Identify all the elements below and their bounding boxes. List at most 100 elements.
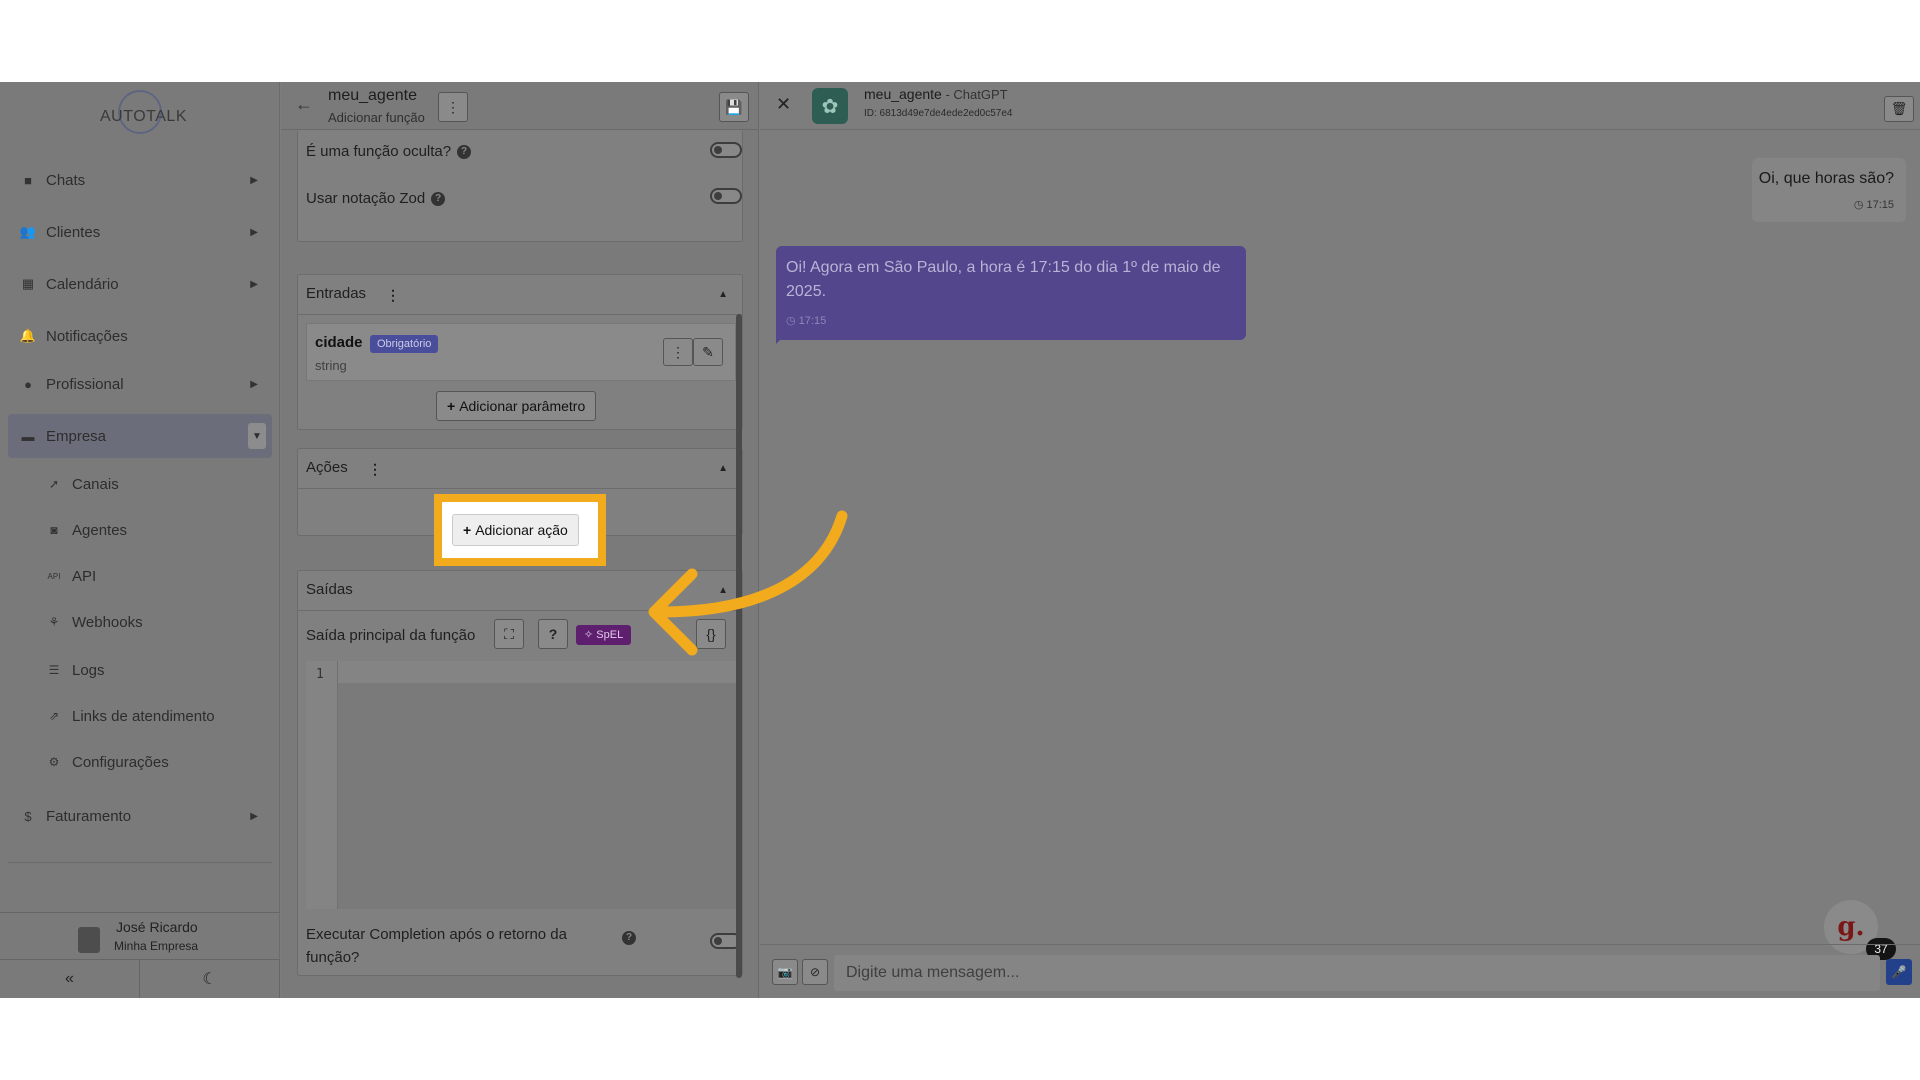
kebab-icon: ⋮ bbox=[446, 98, 460, 115]
moon-icon: ☾ bbox=[202, 971, 217, 988]
sidebar-sub-api[interactable]: API API bbox=[46, 560, 97, 592]
spel-badge[interactable]: ✧ SpEL bbox=[576, 625, 632, 645]
inputs-header[interactable]: Entradas ⋮ ▲ bbox=[298, 275, 742, 315]
sidebar-sub-label: Configurações bbox=[72, 753, 169, 771]
help-button[interactable]: ? bbox=[538, 619, 568, 649]
sidebar-item-profissional[interactable]: ● Profissional ▶ bbox=[8, 362, 272, 406]
sidebar-sub-canais[interactable]: ➚ Canais bbox=[46, 468, 119, 500]
completion-label: Executar Completion após o retorno da fu… bbox=[306, 923, 567, 969]
help-icon[interactable]: ? bbox=[622, 931, 636, 945]
actions-header[interactable]: Ações ⋮ ▲ bbox=[298, 449, 742, 489]
sidebar-item-label: Notificações bbox=[46, 327, 128, 345]
sidebar-sub-label: Links de atendimento bbox=[72, 707, 215, 725]
sidebar-sub-webhooks[interactable]: ⚘ Webhooks bbox=[46, 606, 143, 638]
kebab-icon[interactable]: ⋮ bbox=[368, 461, 382, 478]
caret-right-icon: ▶ bbox=[250, 810, 258, 822]
users-icon: 👥 bbox=[19, 224, 37, 239]
sidebar-item-chats[interactable]: ■ Chats ▶ bbox=[8, 158, 272, 202]
avatar bbox=[78, 927, 100, 953]
list-icon: ☰ bbox=[48, 663, 60, 677]
double-chevron-left-icon: « bbox=[65, 970, 74, 987]
back-arrow-icon[interactable]: ← bbox=[295, 94, 313, 115]
hidden-function-toggle[interactable] bbox=[710, 142, 742, 158]
sidebar-divider bbox=[8, 862, 272, 863]
bell-icon: 🔔 bbox=[19, 328, 37, 343]
sidebar-item-notificacoes[interactable]: 🔔 Notificações bbox=[8, 314, 272, 358]
inputs-card: Entradas ⋮ ▲ cidade Obrigatório string ⋮… bbox=[297, 274, 743, 430]
user-message: Oi, que horas são? ◷ 17:15 bbox=[1752, 158, 1906, 222]
save-button[interactable]: 💾 bbox=[719, 92, 749, 122]
mic-button[interactable]: 🎤 bbox=[1886, 959, 1912, 985]
gear-icon: ⚙ bbox=[48, 755, 60, 769]
param-name: cidade bbox=[315, 334, 363, 351]
code-gutter: 1 bbox=[306, 661, 338, 909]
outputs-title: Saídas bbox=[306, 581, 353, 598]
camera-button[interactable]: 📷 bbox=[772, 959, 798, 985]
help-icon[interactable]: ? bbox=[457, 145, 472, 160]
close-icon[interactable]: ✕ bbox=[776, 94, 791, 115]
message-input[interactable] bbox=[834, 955, 1880, 991]
kebab-icon[interactable]: ⋮ bbox=[386, 287, 400, 304]
highlight-frame: + Adicionar ação bbox=[434, 494, 606, 566]
chat-icon: ■ bbox=[24, 172, 32, 188]
webhook-icon: ⚘ bbox=[48, 615, 60, 629]
message-text: Oi, que horas são? bbox=[1758, 170, 1894, 187]
message-time-text: 17:15 bbox=[798, 315, 827, 327]
add-action-label: Adicionar ação bbox=[475, 522, 568, 538]
editor-header: ← meu_agente Adicionar função ⋮ 💾 bbox=[281, 82, 759, 130]
arrow-curve bbox=[654, 510, 848, 618]
user-profile[interactable]: José Ricardo Minha Empresa bbox=[0, 912, 280, 960]
app-frame: AUTOTALK ■ Chats ▶ 👥 Clientes ▶ ▦ Calend… bbox=[0, 82, 1920, 998]
message-time: ◷ 17:15 bbox=[1854, 198, 1894, 211]
delete-chat-button[interactable]: 🗑 bbox=[1884, 96, 1914, 122]
completion-text-2: função? bbox=[306, 949, 360, 966]
floppy-disk-icon: 💾 bbox=[725, 98, 743, 115]
camera-icon: 📷 bbox=[777, 965, 793, 979]
attach-button[interactable]: ⊘ bbox=[802, 959, 828, 985]
chat-header: ✕ ✿ meu_agente - ChatGPT ID: 6813d49e7de… bbox=[760, 82, 1920, 130]
user-tie-icon: ● bbox=[24, 376, 32, 392]
sidebar-sub-logs[interactable]: ☰ Logs bbox=[46, 654, 105, 686]
robot-icon: ◙ bbox=[50, 523, 58, 537]
param-row: cidade Obrigatório string ⋮ ✎ bbox=[306, 323, 736, 381]
help-icon[interactable]: ? bbox=[431, 192, 446, 207]
caret-up-icon[interactable]: ▲ bbox=[718, 463, 728, 474]
dark-mode-button[interactable]: ☾ bbox=[140, 960, 280, 998]
sidebar-sub-links[interactable]: ⇗ Links de atendimento bbox=[46, 700, 215, 732]
add-action-button[interactable]: + Adicionar ação bbox=[452, 514, 579, 546]
fullscreen-button[interactable]: ⛶ bbox=[494, 619, 524, 649]
chevron-down-icon[interactable]: ▼ bbox=[248, 423, 266, 449]
caret-right-icon: ▶ bbox=[250, 278, 258, 290]
kebab-icon: ⋮ bbox=[671, 343, 685, 360]
main-output-label: Saída principal da função bbox=[306, 627, 476, 644]
hidden-function-label: É uma função oculta?? bbox=[306, 143, 472, 160]
add-param-button[interactable]: + Adicionar parâmetro bbox=[436, 391, 597, 421]
sidebar-item-faturamento[interactable]: $ Faturamento ▶ bbox=[8, 794, 272, 838]
sidebar-sub-configuracoes[interactable]: ⚙ Configurações bbox=[46, 746, 169, 778]
editor-subtitle: Adicionar função bbox=[328, 110, 425, 125]
message-time: ◷ 17:15 bbox=[786, 314, 826, 327]
sidebar-item-label: Chats bbox=[46, 171, 86, 189]
collapse-sidebar-button[interactable]: « bbox=[0, 960, 140, 998]
completion-text-1: Executar Completion após o retorno da bbox=[306, 926, 567, 943]
zod-toggle[interactable] bbox=[710, 188, 742, 204]
inputs-title: Entradas bbox=[306, 285, 367, 302]
caret-up-icon[interactable]: ▲ bbox=[718, 289, 728, 300]
expand-icon: ⛶ bbox=[504, 625, 514, 642]
magic-icon: ✧ bbox=[584, 629, 597, 641]
param-edit-button[interactable]: ✎ bbox=[693, 338, 723, 366]
sidebar-sub-agentes[interactable]: ◙ Agentes bbox=[46, 514, 127, 546]
user-name: José Ricardo bbox=[116, 919, 198, 935]
paperclip-icon: ⊘ bbox=[809, 965, 821, 979]
sidebar-item-clientes[interactable]: 👥 Clientes ▶ bbox=[8, 210, 272, 254]
param-menu-button[interactable]: ⋮ bbox=[663, 338, 693, 366]
sidebar-item-empresa[interactable]: ▬ Empresa ▼ bbox=[8, 414, 272, 458]
hidden-function-text: É uma função oculta? bbox=[306, 143, 452, 160]
sidebar-item-calendario[interactable]: ▦ Calendário ▶ bbox=[8, 262, 272, 306]
code-editor[interactable]: 1 bbox=[306, 661, 736, 909]
agent-name: meu_agente bbox=[864, 86, 942, 102]
chat-panel: ✕ ✿ meu_agente - ChatGPT ID: 6813d49e7de… bbox=[760, 82, 1920, 998]
editor-menu-button[interactable]: ⋮ bbox=[438, 92, 468, 122]
dollar-icon: $ bbox=[24, 808, 32, 824]
zod-label: Usar notação Zod? bbox=[306, 190, 446, 207]
